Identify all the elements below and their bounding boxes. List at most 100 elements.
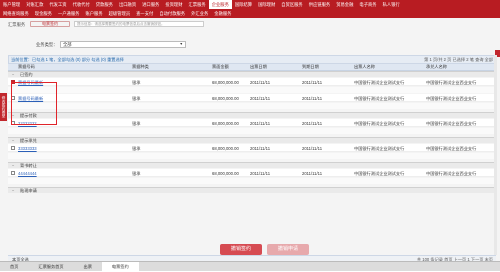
- col-bill-no: 票据号码: [18, 64, 35, 69]
- selection-summary[interactable]: 当前位置：已勾选 1 笔，全部勾选 (0) 部分 勾选 (0) 重置选择: [11, 57, 124, 63]
- cell-drawer: 中国银行测试企业测试支行: [354, 79, 405, 85]
- menu-row-secondary: 网络查询服务 现金服务 一户通服务 账户服务 超级管理员 查一支付 自动付款服务 外汇业务 金融…: [0, 9, 234, 18]
- bottom-tab[interactable]: 出票: [74, 262, 102, 271]
- cell-due: 2011/11/11: [302, 79, 323, 85]
- menu-item[interactable]: 进口服务: [139, 0, 162, 9]
- menu-item[interactable]: 查一支付: [133, 9, 156, 18]
- table-header: 票据号码 票据种类 票面金额 出票日期 到期日期 出票人名称 承兑人名称: [8, 64, 496, 71]
- cell-amount: 68,000,000.00: [212, 145, 239, 151]
- menu-item[interactable]: 汇票服务: [186, 0, 209, 9]
- col-drawer: 出票人名称: [354, 64, 375, 69]
- menu-item[interactable]: 国际理财: [255, 0, 278, 9]
- top-menu-bar: 账户管理 对账汇款 代发工资 代收代付 贷款服务 出口融资 进口服务 投资理财 汇票服务 企业服务…: [0, 0, 500, 18]
- revoke-sign-button[interactable]: 撤销签约: [220, 244, 262, 255]
- cell-type: 银承: [132, 145, 141, 151]
- col-issue-date: 出票日期: [250, 64, 267, 69]
- menu-item[interactable]: 账户管理: [0, 0, 23, 9]
- cell-due: 2011/11/11: [302, 120, 323, 126]
- bottom-tab[interactable]: 电票签约: [101, 262, 139, 271]
- cell-type: 银承: [132, 120, 141, 126]
- table-row[interactable]: 票据号码最新 银承 68,000,000.00 2011/11/11 2011/11/1…: [8, 78, 496, 86]
- menu-item[interactable]: 出口融资: [116, 0, 139, 9]
- chevron-down-icon: ▼: [179, 42, 183, 46]
- group-header[interactable]: − 已签约: [8, 71, 496, 77]
- menu-item[interactable]: 一户通服务: [55, 9, 82, 18]
- col-due-date: 到期日期: [302, 64, 319, 69]
- highlight-selection-box: [11, 82, 57, 125]
- menu-item[interactable]: 私人银行: [380, 0, 403, 9]
- cell-acceptor: 中国银行测试企业西业支行: [426, 95, 477, 101]
- cell-type: 银承: [132, 170, 141, 176]
- row-detail: [8, 103, 496, 109]
- menu-item[interactable]: 账户服务: [82, 9, 105, 18]
- menu-item[interactable]: 贷款服务: [93, 0, 116, 9]
- collapse-icon[interactable]: −: [12, 138, 14, 143]
- menu-item[interactable]: 金融服务: [211, 9, 234, 18]
- cell-amount: 68,000,000.00: [212, 79, 239, 85]
- content-area: 汇票服务 电票签约 提示信息：请选择需要签约的电票信息后点击撤销按钮。 业务类型…: [0, 18, 500, 262]
- cell-issue: 2011/11/11: [250, 79, 271, 85]
- row-detail: [8, 153, 496, 159]
- paging-summary: 第 1 页/共 2 页 已选择 2 笔 查询 全部: [424, 57, 493, 62]
- cell-type: 银承: [132, 95, 141, 101]
- col-acceptor: 承兑人名称: [426, 64, 447, 69]
- cell-due: 2011/11/11: [302, 95, 323, 101]
- tab-sign-contract[interactable]: 电票签约: [30, 21, 70, 27]
- cell-due: 2011/11/11: [302, 170, 323, 176]
- side-panel-tab[interactable]: 修改签约类型: [0, 93, 7, 121]
- collapse-icon[interactable]: −: [12, 163, 14, 168]
- business-type-select[interactable]: 全部 ▼: [60, 41, 186, 48]
- menu-item[interactable]: 贸易金融: [333, 0, 356, 9]
- menu-item[interactable]: 供应链服务: [306, 0, 333, 9]
- cell-due: 2011/11/11: [302, 145, 323, 151]
- bottom-tab[interactable]: 首页: [0, 262, 28, 271]
- group-header[interactable]: − 提示承兑: [8, 137, 496, 143]
- breadcrumb: 汇票服务: [8, 22, 26, 27]
- cell-acceptor: 中国银行测试企业西业支行: [426, 145, 477, 151]
- grid-toolbar: 当前位置：已勾选 1 笔，全部勾选 (0) 部分 勾选 (0) 重置选择 第 1…: [8, 55, 496, 64]
- cell-issue: 2011/11/11: [250, 145, 271, 151]
- menu-item[interactable]: 自贸区服务: [278, 0, 305, 9]
- cell-acceptor: 中国银行测试企业西业支行: [426, 170, 477, 176]
- table-row[interactable]: 票据号码最新 银承 68,000,000.00 2011/11/11 2011/11/1…: [8, 94, 496, 102]
- row-checkbox[interactable]: [11, 171, 15, 175]
- menu-item[interactable]: 现金服务: [32, 9, 55, 18]
- cell-no[interactable]: 44444444: [18, 171, 37, 176]
- cell-drawer: 中国银行测试企业测试支行: [354, 145, 405, 151]
- menu-item[interactable]: 对账汇款: [23, 0, 46, 9]
- group-header[interactable]: − 提示付款: [8, 112, 496, 118]
- vertical-scrollbar[interactable]: [494, 55, 497, 255]
- menu-item[interactable]: 网络查询服务: [0, 9, 32, 18]
- group-header[interactable]: − 贴现申请: [8, 187, 496, 193]
- col-bill-type: 票据种类: [132, 64, 149, 69]
- menu-item[interactable]: 投资理财: [162, 0, 185, 9]
- menu-item[interactable]: 超级管理员: [106, 9, 133, 18]
- menu-item[interactable]: 企业服务: [208, 0, 232, 9]
- table-row[interactable]: 33333333 银承 68,000,000.00 2011/11/11 2011/11…: [8, 144, 496, 152]
- menu-item[interactable]: 自动付款服务: [156, 9, 188, 18]
- row-detail: [8, 128, 496, 134]
- collapse-icon[interactable]: −: [12, 72, 14, 77]
- revoke-apply-button[interactable]: 撤销申请: [267, 244, 309, 255]
- cell-acceptor: 中国银行测试企业西业支行: [426, 120, 477, 126]
- cell-amount: 68,000,000.00: [212, 120, 239, 126]
- menu-row-primary: 账户管理 对账汇款 代发工资 代收代付 贷款服务 出口融资 进口服务 投资理财 汇票服务 企业服务…: [0, 0, 403, 9]
- business-type-label: 业务类型：: [36, 42, 58, 47]
- cell-no[interactable]: 33333333: [18, 146, 37, 151]
- menu-item[interactable]: 代收代付: [70, 0, 93, 9]
- cell-issue: 2011/11/11: [250, 170, 271, 176]
- menu-item[interactable]: 代发工资: [46, 0, 69, 9]
- cell-amount: 68,000,000.00: [212, 95, 239, 101]
- menu-item[interactable]: 外汇业务: [188, 9, 211, 18]
- table-row[interactable]: 44444444 银承 68,000,000.00 2011/11/11 2011/11…: [8, 169, 496, 177]
- row-detail: [8, 87, 496, 93]
- cell-amount: 68,000,000.00: [212, 170, 239, 176]
- table-row[interactable]: 22222222 银承 68,000,000.00 2011/11/11 2011/11…: [8, 119, 496, 127]
- bottom-tab[interactable]: 汇票服务首页: [28, 262, 73, 271]
- row-checkbox[interactable]: [11, 146, 15, 150]
- group-header[interactable]: − 背书转让: [8, 162, 496, 168]
- collapse-icon[interactable]: −: [12, 188, 14, 193]
- menu-item[interactable]: 电子商务: [356, 0, 379, 9]
- menu-item[interactable]: 国际结算: [232, 0, 255, 9]
- cell-drawer: 中国银行测试企业测试支行: [354, 170, 405, 176]
